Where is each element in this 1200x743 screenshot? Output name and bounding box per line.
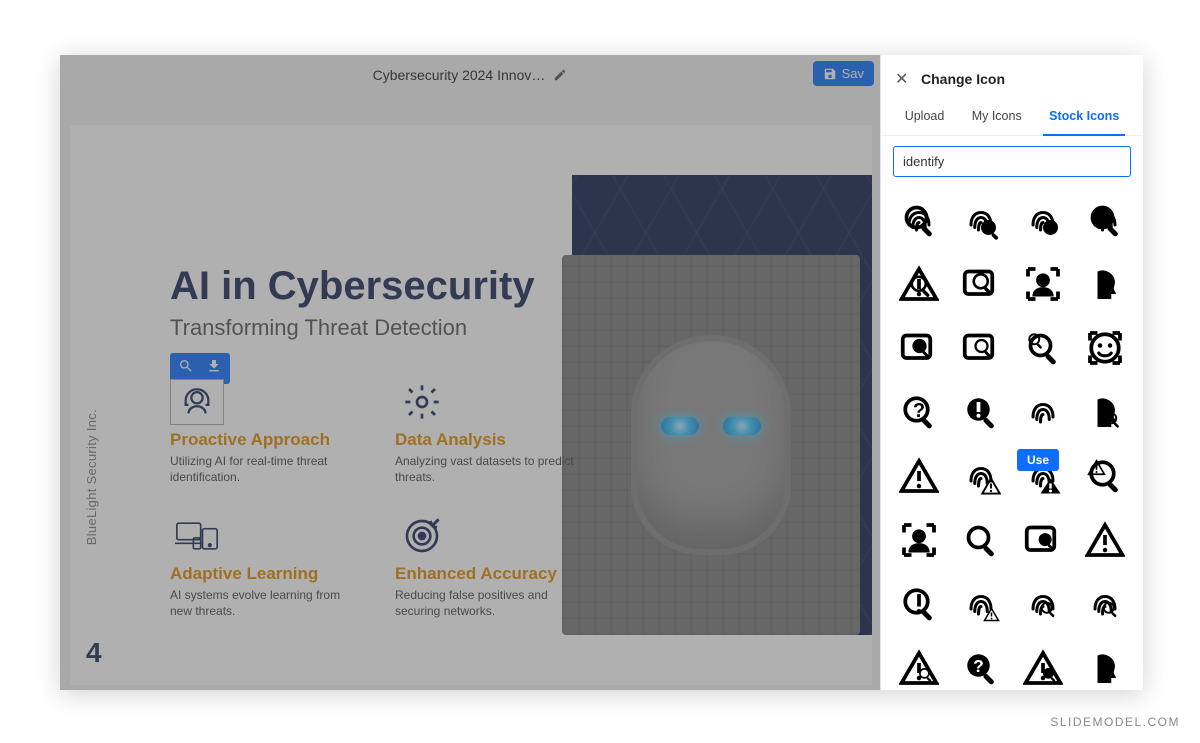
card-magnify-icon[interactable] bbox=[1015, 511, 1071, 569]
headset-icon[interactable] bbox=[170, 379, 224, 425]
head-profile-icon[interactable] bbox=[1077, 255, 1133, 313]
scan-person-icon[interactable] bbox=[891, 511, 947, 569]
fingerprint-warn2-icon[interactable] bbox=[953, 575, 1009, 633]
triangle-alert-icon[interactable] bbox=[1077, 511, 1133, 569]
slide-subheadline[interactable]: Transforming Threat Detection bbox=[170, 315, 467, 341]
tab-my-icons[interactable]: My Icons bbox=[966, 99, 1028, 135]
fingerprint-search-icon[interactable] bbox=[891, 191, 947, 249]
alert-magnify-icon[interactable] bbox=[953, 383, 1009, 441]
feature-title: Data Analysis bbox=[395, 431, 590, 450]
editor-area: Cybersecurity 2024 Innov… Sav BlueLight … bbox=[60, 55, 880, 690]
icon-search-input[interactable] bbox=[893, 146, 1131, 177]
feature-title: Proactive Approach bbox=[170, 431, 365, 450]
app-frame: Cybersecurity 2024 Innov… Sav BlueLight … bbox=[60, 55, 1143, 690]
loupe-outline-icon[interactable] bbox=[953, 511, 1009, 569]
svg-text:?: ? bbox=[913, 400, 925, 422]
hero-image bbox=[562, 255, 860, 635]
document-title[interactable]: Cybersecurity 2024 Innov… bbox=[373, 67, 546, 83]
icon-results-grid: ? Use? bbox=[881, 187, 1143, 690]
use-icon-button[interactable]: Use bbox=[1017, 449, 1059, 471]
data-search-icon[interactable] bbox=[953, 319, 1009, 377]
save-button-label: Sav bbox=[842, 66, 864, 81]
warning-triangle-icon[interactable] bbox=[891, 447, 947, 505]
devices-icon[interactable] bbox=[170, 513, 224, 559]
panel-title: Change Icon bbox=[921, 71, 1005, 87]
loupe-search-icon[interactable] bbox=[1015, 319, 1071, 377]
feature-desc: Analyzing vast datasets to predict threa… bbox=[395, 453, 575, 485]
fingerprint-alert-selected-icon[interactable]: Use bbox=[1015, 447, 1071, 505]
fingerprint-magnify-solid-icon[interactable] bbox=[953, 191, 1009, 249]
page-number: 4 bbox=[86, 637, 102, 669]
warning-loupe-icon[interactable] bbox=[1077, 447, 1133, 505]
panel-tabs: Upload My Icons Stock Icons bbox=[881, 99, 1143, 136]
head-outline-icon[interactable] bbox=[1077, 639, 1133, 690]
fingerprint-magnify-alt-icon[interactable] bbox=[1077, 191, 1133, 249]
fingerprint-thin-icon[interactable] bbox=[1015, 383, 1071, 441]
question-loupe-icon[interactable]: ? bbox=[953, 639, 1009, 690]
tab-stock-icons[interactable]: Stock Icons bbox=[1043, 99, 1125, 135]
feature-adaptive-learning[interactable]: Adaptive Learning AI systems evolve lear… bbox=[170, 513, 365, 619]
close-panel-icon[interactable]: ✕ bbox=[895, 69, 913, 89]
feature-title: Adaptive Learning bbox=[170, 565, 365, 584]
watermark: SLIDEMODEL.COM bbox=[1050, 715, 1180, 729]
feature-enhanced-accuracy[interactable]: Enhanced Accuracy Reducing false positiv… bbox=[395, 513, 590, 619]
topbar: Cybersecurity 2024 Innov… bbox=[60, 61, 880, 89]
slide-canvas[interactable]: BlueLight Security Inc. 4 AI in Cybersec… bbox=[70, 125, 872, 685]
search-tool-icon[interactable] bbox=[178, 358, 194, 379]
question-search-icon[interactable]: ? bbox=[891, 383, 947, 441]
target-icon[interactable] bbox=[395, 513, 449, 559]
replace-tool-icon[interactable] bbox=[206, 358, 222, 379]
edit-title-icon[interactable] bbox=[553, 68, 567, 82]
gear-icon[interactable] bbox=[395, 379, 449, 425]
feature-grid: Proactive Approach Utilizing AI for real… bbox=[170, 379, 590, 619]
card-search-icon[interactable] bbox=[891, 319, 947, 377]
slide-headline[interactable]: AI in Cybersecurity bbox=[170, 265, 535, 307]
doc-search-icon[interactable] bbox=[953, 255, 1009, 313]
save-button[interactable]: Sav bbox=[813, 61, 874, 86]
fingerprint-loupe-icon[interactable] bbox=[1015, 575, 1071, 633]
change-icon-panel: ✕ Change Icon Upload My Icons Stock Icon… bbox=[880, 55, 1143, 690]
company-label: BlueLight Security Inc. bbox=[84, 409, 99, 545]
fingerprint-scan-icon[interactable] bbox=[1077, 575, 1133, 633]
loupe-alert-outline-icon[interactable] bbox=[891, 575, 947, 633]
fingerprint-search-dark-icon[interactable] bbox=[1015, 191, 1071, 249]
warn-magnify-icon[interactable] bbox=[1015, 639, 1071, 690]
triangle-search-icon[interactable] bbox=[891, 639, 947, 690]
feature-proactive[interactable]: Proactive Approach Utilizing AI for real… bbox=[170, 379, 365, 485]
feature-desc: AI systems evolve learning from new thre… bbox=[170, 587, 350, 619]
face-scan-icon[interactable] bbox=[1077, 319, 1133, 377]
feature-desc: Utilizing AI for real-time threat identi… bbox=[170, 453, 350, 485]
feature-title: Enhanced Accuracy bbox=[395, 565, 590, 584]
head-search-icon[interactable] bbox=[1077, 383, 1133, 441]
feature-data-analysis[interactable]: Data Analysis Analyzing vast datasets to… bbox=[395, 379, 590, 485]
feature-desc: Reducing false positives and securing ne… bbox=[395, 587, 575, 619]
focus-person-icon[interactable] bbox=[1015, 255, 1071, 313]
alert-search-icon[interactable] bbox=[891, 255, 947, 313]
svg-text:?: ? bbox=[973, 656, 984, 676]
tab-upload[interactable]: Upload bbox=[899, 99, 951, 135]
fingerprint-warn-icon[interactable] bbox=[953, 447, 1009, 505]
